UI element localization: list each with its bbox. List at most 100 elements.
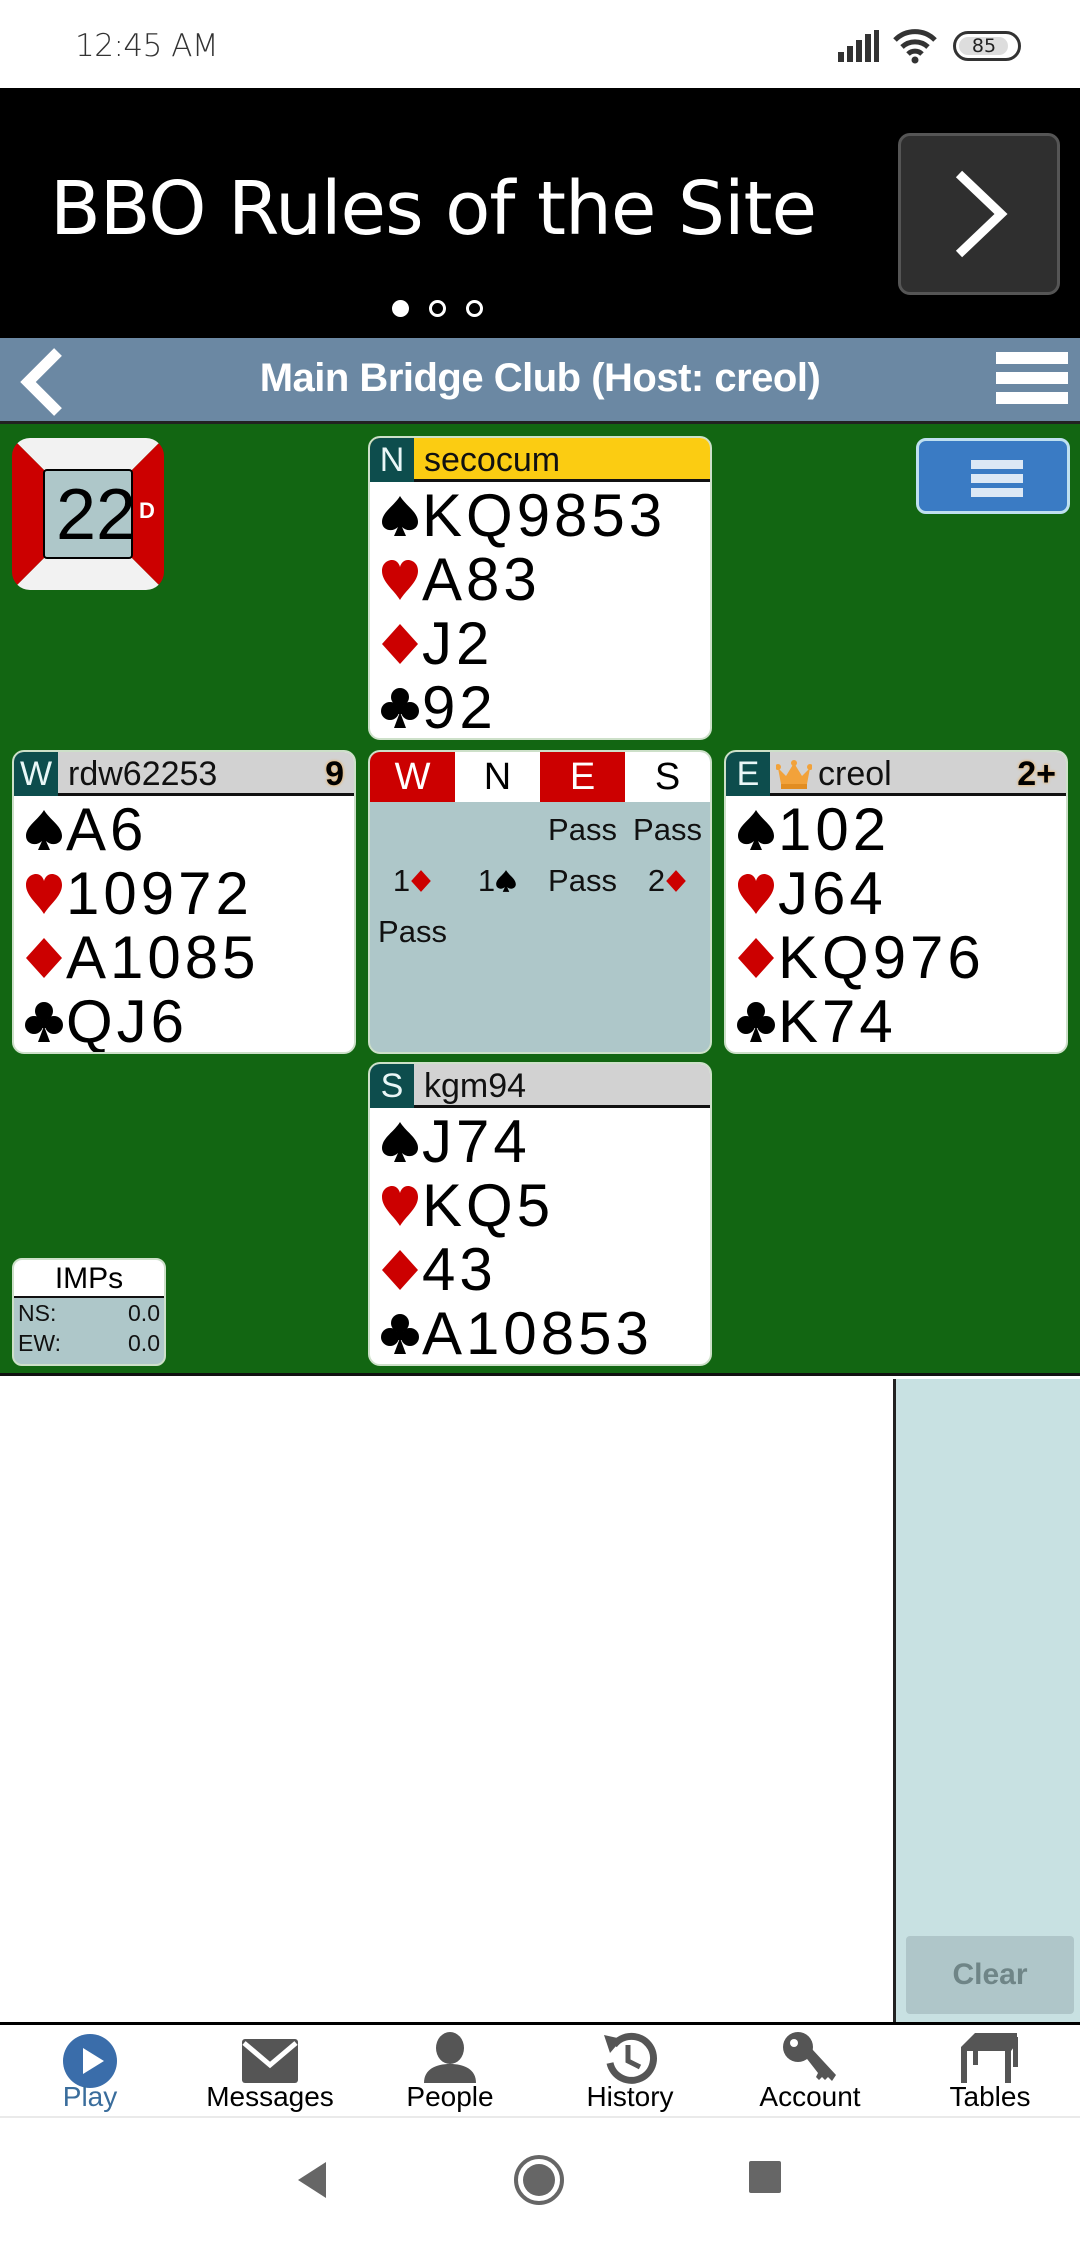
player-header-west[interactable]: W rdw62253 9 (14, 752, 354, 796)
chat-area[interactable] (0, 1379, 893, 2023)
bridge-table: 22 D N secocum KQ9853 A83 J2 92 W rdw622… (0, 424, 1080, 1376)
heart-icon (22, 872, 66, 916)
ns-label: NS: (18, 1300, 57, 1326)
cards-clubs[interactable]: K74 (778, 990, 897, 1053)
player-header-south[interactable]: S kgm94 (370, 1064, 710, 1108)
back-nav-icon[interactable] (296, 2160, 328, 2200)
club-icon (378, 686, 422, 730)
hand-east: E creol 2+ 102 J64 KQ976 K74 (724, 750, 1068, 1054)
cards-hearts[interactable]: KQ5 (422, 1174, 554, 1238)
seat-label: N (370, 438, 414, 482)
suit-row-clubs: A10853 (378, 1302, 710, 1365)
nav-item-tables[interactable]: Tables (900, 2025, 1080, 2116)
cards-hearts[interactable]: 10972 (66, 862, 253, 926)
menu-bar (971, 474, 1023, 483)
player-header-east[interactable]: E creol 2+ (726, 752, 1066, 796)
promo-banner[interactable]: BBO Rules of the Site (0, 88, 1080, 338)
diamond-icon (22, 936, 66, 980)
spade-icon (378, 494, 422, 538)
cards-spades[interactable]: 102 (778, 798, 890, 862)
club-icon (734, 1000, 778, 1044)
bidding-calls: Pass Pass 1 1 Pass 2 Pass (370, 802, 710, 957)
bid-call: 1 (370, 855, 455, 906)
diamond-icon (734, 936, 778, 980)
title-bar: Main Bridge Club (Host: creol) (0, 338, 1080, 424)
bid-empty (370, 804, 455, 855)
clear-button[interactable]: Clear (906, 1936, 1074, 2014)
hamburger-menu-button[interactable] (996, 352, 1068, 412)
diamond-icon (665, 863, 687, 898)
player-name[interactable]: kgm94 (424, 1067, 526, 1106)
bid-text: Pass (633, 812, 702, 847)
nav-label: Messages (206, 2081, 334, 2112)
cards-diamonds[interactable]: J2 (422, 612, 493, 676)
bid-text: 1 (392, 863, 411, 898)
cards-spades[interactable]: J74 (422, 1110, 531, 1174)
cards-hearts[interactable]: A83 (422, 548, 541, 612)
player-name[interactable]: rdw62253 (68, 755, 217, 794)
recents-nav-icon[interactable] (748, 2160, 782, 2194)
hand-north: N secocum KQ9853 A83 J2 92 (368, 436, 712, 740)
bid-call: 2 (625, 855, 710, 906)
banner-next-button[interactable] (898, 133, 1060, 295)
status-bar: 12:45 AM 85 (0, 0, 1080, 88)
table-menu-button[interactable] (916, 438, 1070, 514)
player-header-north[interactable]: N secocum (370, 438, 710, 482)
ew-label: EW: (18, 1330, 62, 1356)
menu-bar (971, 488, 1023, 497)
battery-icon: 85 (953, 31, 1021, 61)
suit-row-hearts: 10972 (22, 862, 354, 926)
nav-item-account[interactable]: Account (720, 2025, 900, 2116)
bid-call: Pass (540, 855, 625, 906)
skill-badge: 9 (325, 755, 344, 793)
wifi-icon (893, 29, 937, 64)
bid-call: Pass (540, 804, 625, 855)
spade-icon (734, 808, 778, 852)
bid-call: Pass (625, 804, 710, 855)
bottom-nav: Play Messages People History Account Tab… (0, 2022, 1080, 2118)
seat-label: S (370, 1064, 414, 1108)
spade-icon (22, 808, 66, 852)
suit-row-diamonds: 43 (378, 1238, 710, 1302)
nav-item-messages[interactable]: Messages (180, 2025, 360, 2116)
bidding-seat-s: S (625, 752, 710, 802)
banner-title: BBO Rules of the Site (50, 166, 817, 252)
nav-item-people[interactable]: People (360, 2025, 540, 2116)
club-icon (22, 1000, 66, 1044)
system-nav-bar (0, 2118, 1080, 2246)
bid-text: Pass (378, 914, 447, 949)
cards-diamonds[interactable]: A1085 (66, 926, 260, 990)
suit-row-spades: A6 (22, 798, 354, 862)
player-name[interactable]: creol (818, 755, 892, 794)
bid-call: 1 (455, 855, 540, 906)
board-indicator[interactable]: 22 D (12, 438, 164, 590)
banner-dot-1[interactable] (392, 300, 409, 317)
menu-bar (971, 460, 1023, 469)
banner-dot-3[interactable] (466, 300, 483, 317)
spade-icon (378, 1120, 422, 1164)
cards-spades[interactable]: KQ9853 (422, 484, 666, 548)
chevron-right-icon (955, 170, 1008, 258)
hand-south: S kgm94 J74 KQ5 43 A10853 (368, 1062, 712, 1366)
cards-diamonds[interactable]: KQ976 (778, 926, 985, 990)
player-name[interactable]: secocum (424, 441, 560, 480)
nav-item-play[interactable]: Play (0, 2025, 180, 2116)
cards-clubs[interactable]: QJ6 (66, 990, 188, 1053)
diamond-icon (378, 1248, 422, 1292)
cards-spades[interactable]: A6 (66, 798, 147, 862)
cards-clubs[interactable]: 92 (422, 676, 497, 739)
spade-icon (495, 863, 517, 898)
hand-west: W rdw62253 9 A6 10972 A1085 QJ6 (12, 750, 356, 1054)
battery-level: 85 (971, 35, 997, 57)
skill-badge: 2+ (1017, 755, 1056, 793)
nav-item-history[interactable]: History (540, 2025, 720, 2116)
menu-bar (996, 352, 1068, 364)
cards-diamonds[interactable]: 43 (422, 1238, 497, 1302)
banner-dot-2[interactable] (429, 300, 446, 317)
cards-clubs[interactable]: A10853 (422, 1302, 653, 1365)
nav-label: Account (759, 2081, 861, 2112)
cards-hearts[interactable]: J64 (778, 862, 887, 926)
banner-pagination (392, 300, 483, 317)
home-nav-icon[interactable] (513, 2154, 565, 2206)
dealer-marker: D (139, 498, 155, 523)
